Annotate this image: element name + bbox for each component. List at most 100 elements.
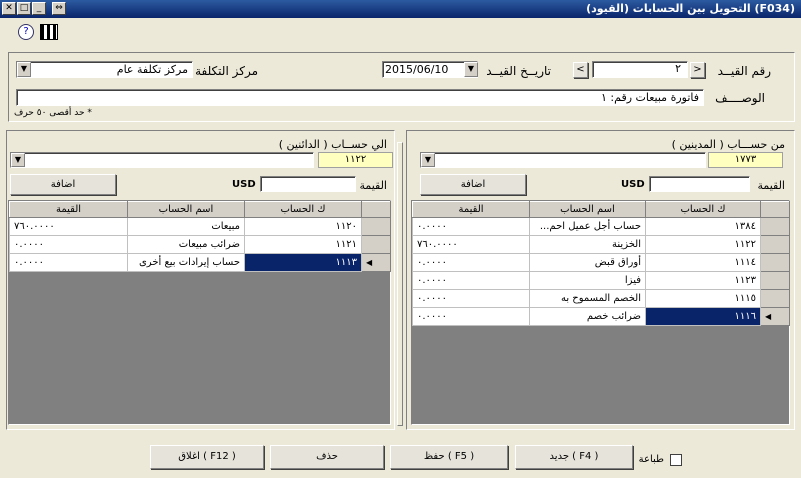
entry-no-field[interactable]: ٢ xyxy=(592,61,688,78)
debit-row[interactable]: ٠.٠٠٠٠ الخصم المسموح به ١١١٥ xyxy=(412,289,790,308)
debit-cell-code[interactable]: ١١٢٢ xyxy=(645,235,761,254)
max-chars-note: * حد أقصى ٥٠ حرف xyxy=(14,108,92,118)
entry-date-value: 2015/06/10 xyxy=(385,63,449,76)
debit-row[interactable]: ٧٦٠.٠٠٠٠ الخزينة ١١٢٢ xyxy=(412,235,790,254)
row-pointer-icon[interactable] xyxy=(361,235,391,254)
credit-col-value[interactable]: القيمة xyxy=(9,201,128,218)
credit-cell-value[interactable]: ٠.٠٠٠٠ xyxy=(9,235,128,254)
row-pointer-icon[interactable]: ◀ xyxy=(760,307,790,326)
row-pointer-icon[interactable] xyxy=(760,253,790,272)
debit-title: من حســـاب ( المدينين ) xyxy=(671,138,785,151)
credit-grid[interactable]: القيمة اسم الحساب ك الحساب ٧٦٠.٠٠٠٠ مبيعا… xyxy=(8,200,391,425)
debit-cell-value[interactable]: ٧٦٠.٠٠٠٠ xyxy=(412,235,530,254)
prev-entry-button[interactable]: < xyxy=(573,62,588,78)
credit-value-label: القيمة xyxy=(359,179,387,192)
close-button[interactable]: اغلاق ( F12 ) xyxy=(150,445,264,469)
debit-cell-code[interactable]: ١٣٨٤ xyxy=(645,217,761,236)
print-label: طباعة xyxy=(638,454,664,465)
debit-col-value[interactable]: القيمة xyxy=(412,201,530,218)
credit-cell-code[interactable]: ١١٢٠ xyxy=(244,217,362,236)
debit-cell-value[interactable]: ٠.٠٠٠٠ xyxy=(412,253,530,272)
row-pointer-icon[interactable] xyxy=(361,217,391,236)
debit-row[interactable]: ٠.٠٠٠٠ ضرائب خصم ١١١٦ ◀ xyxy=(412,307,790,326)
credit-account-code[interactable]: ١١٢٢ xyxy=(318,152,393,168)
debit-row[interactable]: ٠.٠٠٠٠ أوراق قبض ١١١٤ xyxy=(412,253,790,272)
debit-value-input[interactable] xyxy=(649,176,750,192)
credit-cell-value[interactable]: ٠.٠٠٠٠ xyxy=(9,253,128,272)
debit-add-button[interactable]: اضافة xyxy=(420,174,526,195)
debit-value-label: القيمة xyxy=(757,179,785,192)
row-pointer-icon[interactable] xyxy=(760,271,790,290)
debit-account-code[interactable]: ١٧٧٣ xyxy=(708,152,783,168)
entry-no-label: رقم القيــد xyxy=(717,64,771,78)
cost-center-label: مركز التكلفة xyxy=(195,64,258,78)
credit-cell-code[interactable]: ١١٢١ xyxy=(244,235,362,254)
debit-table: القيمة اسم الحساب ك الحساب ٠.٠٠٠٠ حساب أج… xyxy=(412,201,790,326)
save-button[interactable]: حفظ ( F5 ) xyxy=(390,445,508,469)
debit-account-select[interactable] xyxy=(420,152,706,168)
debit-cell-name[interactable]: فيزا xyxy=(529,271,646,290)
debit-row[interactable]: ٠.٠٠٠٠ فيزا ١١٢٣ xyxy=(412,271,790,290)
debit-cell-name[interactable]: الخصم المسموح به xyxy=(529,289,646,308)
credit-col-name[interactable]: اسم الحساب xyxy=(127,201,245,218)
credit-cell-code[interactable]: ١١١٣ xyxy=(244,253,362,272)
credit-currency: USD xyxy=(232,179,256,190)
desc-label: الوصــــف xyxy=(715,91,765,105)
resize-icon[interactable]: ⇔ xyxy=(52,2,66,15)
cost-center-select[interactable]: مركز تكلفة عام xyxy=(16,61,193,78)
credit-row[interactable]: ٧٦٠.٠٠٠٠ مبيعات ١١٢٠ xyxy=(9,217,391,236)
new-button[interactable]: جديد ( F4 ) xyxy=(515,445,633,469)
debit-cell-code[interactable]: ١١١٥ xyxy=(645,289,761,308)
credit-cell-value[interactable]: ٧٦٠.٠٠٠٠ xyxy=(9,217,128,236)
next-entry-button[interactable]: > xyxy=(690,62,705,78)
panel-splitter[interactable] xyxy=(397,142,403,426)
credit-cell-name[interactable]: ضرائب مبيعات xyxy=(127,235,245,254)
debit-col-code[interactable]: ك الحساب xyxy=(645,201,761,218)
clapperboard-icon[interactable] xyxy=(40,24,58,40)
debit-cell-value[interactable]: ٠.٠٠٠٠ xyxy=(412,271,530,290)
debit-grid[interactable]: القيمة اسم الحساب ك الحساب ٠.٠٠٠٠ حساب أج… xyxy=(411,200,790,425)
debit-col-name[interactable]: اسم الحساب xyxy=(529,201,646,218)
credit-row[interactable]: ٠.٠٠٠٠ حساب إيرادات بيع أخرى ١١١٣ ◀ xyxy=(9,253,391,272)
debit-cell-value[interactable]: ٠.٠٠٠٠ xyxy=(412,289,530,308)
debit-cell-value[interactable]: ٠.٠٠٠٠ xyxy=(412,217,530,236)
credit-value-input[interactable] xyxy=(260,176,356,192)
credit-dropdown-icon[interactable]: ▼ xyxy=(11,153,25,167)
description-field[interactable]: فاتورة مبيعات رقم: ١ xyxy=(16,89,704,106)
debit-cell-name[interactable]: الخزينة xyxy=(529,235,646,254)
delete-button[interactable]: حذف xyxy=(270,445,384,469)
debit-row[interactable]: ٠.٠٠٠٠ حساب أجل عميل احم... ١٣٨٤ xyxy=(412,217,790,236)
credit-account-select[interactable] xyxy=(10,152,314,168)
maximize-button[interactable]: □ xyxy=(17,2,31,15)
credit-col-code[interactable]: ك الحساب xyxy=(244,201,362,218)
debit-cell-code[interactable]: ١١١٤ xyxy=(645,253,761,272)
debit-dropdown-icon[interactable]: ▼ xyxy=(421,153,435,167)
credit-add-button[interactable]: اضافة xyxy=(10,174,116,195)
cost-center-dropdown-icon[interactable]: ▼ xyxy=(17,62,31,77)
debit-cell-value[interactable]: ٠.٠٠٠٠ xyxy=(412,307,530,326)
credit-row[interactable]: ٠.٠٠٠٠ ضرائب مبيعات ١١٢١ xyxy=(9,235,391,254)
debit-cell-name[interactable]: ضرائب خصم xyxy=(529,307,646,326)
title-bar: ✕ □ _ ⇔ (F034) التحويل بين الحسابات (الق… xyxy=(0,0,801,18)
row-pointer-icon[interactable] xyxy=(760,235,790,254)
row-pointer-icon[interactable] xyxy=(760,289,790,308)
minimize-button[interactable]: _ xyxy=(32,2,46,15)
credit-table: القيمة اسم الحساب ك الحساب ٧٦٠.٠٠٠٠ مبيعا… xyxy=(9,201,391,272)
debit-cell-name[interactable]: أوراق قبض xyxy=(529,253,646,272)
date-dropdown-icon[interactable]: ▼ xyxy=(464,62,478,77)
credit-title: الي حســاب ( الدائنين ) xyxy=(278,138,387,151)
row-pointer-icon[interactable] xyxy=(760,217,790,236)
close-window-button[interactable]: ✕ xyxy=(2,2,16,15)
debit-cell-code[interactable]: ١١٢٣ xyxy=(645,271,761,290)
credit-cell-name[interactable]: مبيعات xyxy=(127,217,245,236)
debit-cell-code[interactable]: ١١١٦ xyxy=(645,307,761,326)
credit-cell-name[interactable]: حساب إيرادات بيع أخرى xyxy=(127,253,245,272)
debit-cell-name[interactable]: حساب أجل عميل احم... xyxy=(529,217,646,236)
print-checkbox[interactable] xyxy=(670,454,682,466)
window-title: (F034) التحويل بين الحسابات (القيود) xyxy=(586,2,795,15)
debit-col-indicator xyxy=(760,201,790,218)
row-pointer-icon[interactable]: ◀ xyxy=(361,253,391,272)
help-icon[interactable]: ? xyxy=(18,24,34,40)
credit-col-indicator xyxy=(361,201,391,218)
debit-currency: USD xyxy=(621,179,645,190)
